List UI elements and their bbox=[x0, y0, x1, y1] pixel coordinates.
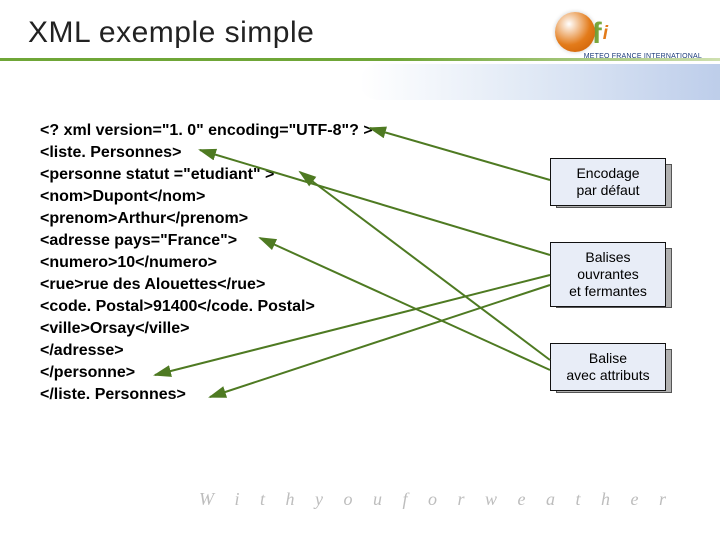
code-line: </adresse> bbox=[40, 340, 373, 362]
callout-text: avec attributs bbox=[555, 367, 661, 384]
code-line: <code. Postal>91400</code. Postal> bbox=[40, 296, 373, 318]
code-line: <nom>Dupont</nom> bbox=[40, 186, 373, 208]
slide-header: XML exemple simple m f i METEO FRANCE IN… bbox=[0, 0, 720, 74]
footer-tagline: W i t h y o u f o r w e a t h e r bbox=[199, 489, 670, 510]
logo-letter-i: i bbox=[603, 23, 608, 45]
callouts-column: Encodage par défaut Balises ouvrantes et… bbox=[550, 158, 676, 427]
callout-attributes: Balise avec attributs bbox=[550, 343, 676, 391]
globe-icon bbox=[555, 12, 595, 52]
code-line: <rue>rue des Alouettes</rue> bbox=[40, 274, 373, 296]
header-swash bbox=[360, 64, 720, 100]
code-line: <ville>Orsay</ville> bbox=[40, 318, 373, 340]
code-line: <prenom>Arthur</prenom> bbox=[40, 208, 373, 230]
mfi-logo: m f i METEO FRANCE INTERNATIONAL bbox=[537, 12, 702, 56]
code-line: <? xml version="1. 0" encoding="UTF-8"? … bbox=[40, 120, 373, 142]
callout-text: Balise bbox=[555, 350, 661, 367]
code-line: <adresse pays="France"> bbox=[40, 230, 373, 252]
code-line: <personne statut ="etudiant" > bbox=[40, 164, 373, 186]
callout-encoding: Encodage par défaut bbox=[550, 158, 676, 206]
callout-text: ouvrantes bbox=[555, 266, 661, 283]
code-line: <liste. Personnes> bbox=[40, 142, 373, 164]
callout-box: Balise avec attributs bbox=[550, 343, 666, 391]
code-line: </personne> bbox=[40, 362, 373, 384]
callout-box: Encodage par défaut bbox=[550, 158, 666, 206]
callout-text: Encodage bbox=[555, 165, 661, 182]
code-line: <numero>10</numero> bbox=[40, 252, 373, 274]
code-line: </liste. Personnes> bbox=[40, 384, 373, 406]
callout-box: Balises ouvrantes et fermantes bbox=[550, 242, 666, 307]
xml-code-block: <? xml version="1. 0" encoding="UTF-8"? … bbox=[40, 120, 373, 406]
callout-text: Balises bbox=[555, 249, 661, 266]
logo-subtitle: METEO FRANCE INTERNATIONAL bbox=[584, 53, 702, 60]
callout-text: par défaut bbox=[555, 182, 661, 199]
callout-tags: Balises ouvrantes et fermantes bbox=[550, 242, 676, 307]
callout-text: et fermantes bbox=[555, 283, 661, 300]
slide-title: XML exemple simple bbox=[28, 16, 314, 50]
